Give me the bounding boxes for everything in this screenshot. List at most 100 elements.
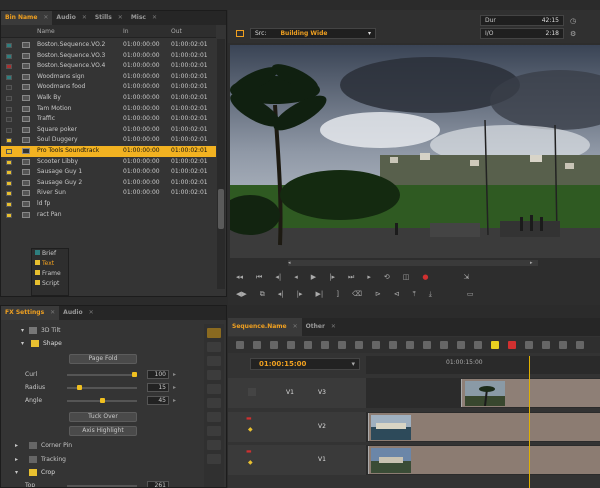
close-icon[interactable]: ✕ bbox=[152, 11, 157, 25]
prev-frame-icon[interactable]: ◂| bbox=[275, 273, 281, 281]
loop-icon[interactable]: ⟲ bbox=[384, 273, 390, 281]
gear-icon[interactable]: ⚙ bbox=[570, 30, 576, 38]
bin-scrollbar[interactable] bbox=[217, 39, 225, 289]
expand-icon[interactable]: ▾ bbox=[21, 325, 24, 336]
source-selector[interactable]: Src: Building Wide ▾ bbox=[250, 28, 376, 39]
bin-row[interactable]: Woodmans food 01:00:00:00 01:00:02:01 bbox=[1, 82, 216, 93]
fullscreen-icon[interactable]: ▭ bbox=[467, 290, 474, 298]
zoom-icon[interactable] bbox=[207, 412, 221, 422]
curl-slider[interactable] bbox=[67, 372, 137, 377]
bin-row[interactable]: ract Pan bbox=[1, 210, 216, 221]
close-icon[interactable]: ✕ bbox=[43, 11, 48, 25]
rewind-icon[interactable]: ◂ bbox=[294, 273, 298, 281]
step-back-icon[interactable]: ◂◂ bbox=[236, 273, 243, 281]
jog-back-icon[interactable]: ◂| bbox=[278, 290, 284, 298]
add-edit-icon[interactable] bbox=[474, 341, 482, 349]
tab-misc[interactable]: Misc ✕ bbox=[127, 11, 161, 25]
popup-item-brief[interactable]: Brief bbox=[32, 249, 68, 259]
effect-header[interactable]: ▾ 3D Tilt bbox=[1, 325, 202, 336]
close-icon[interactable]: ✕ bbox=[82, 11, 87, 25]
slide-icon[interactable] bbox=[321, 341, 329, 349]
popup-item-frame[interactable]: Frame bbox=[32, 269, 68, 279]
tab-audio[interactable]: Audio ✕ bbox=[52, 11, 90, 25]
record-enable-icon[interactable]: ▬ bbox=[246, 415, 252, 422]
position-bar[interactable]: ◂ ▸ bbox=[288, 260, 538, 266]
match-frame-icon[interactable]: ⧉ bbox=[260, 290, 265, 299]
radius-slider[interactable] bbox=[67, 385, 137, 390]
position-icon[interactable] bbox=[207, 398, 221, 408]
slip-icon[interactable] bbox=[304, 341, 312, 349]
bin-row[interactable]: Soul Duggery 01:00:00:00 01:00:02:01 bbox=[1, 135, 216, 146]
corner-pin-group[interactable]: ▸ Corner Pin bbox=[1, 440, 202, 451]
mark-in-icon[interactable] bbox=[440, 341, 448, 349]
tab-stills[interactable]: Stills ✕ bbox=[91, 11, 127, 25]
tab-other[interactable]: Other ✕ bbox=[302, 318, 340, 336]
overwrite-icon[interactable]: ⊲ bbox=[394, 290, 400, 298]
expand-icon[interactable]: ▾ bbox=[21, 338, 24, 349]
bin-row[interactable]: Boston.Sequence.VO.2 01:00:00:00 01:00:02:… bbox=[1, 40, 216, 51]
bin-row[interactable]: Scooter Libby 01:00:00:00 01:00:02:01 bbox=[1, 157, 216, 168]
bin-row[interactable]: Sausage Guy 2 01:00:00:00 01:00:02:01 bbox=[1, 178, 216, 189]
play-in-out-icon[interactable]: ▶| bbox=[316, 290, 324, 298]
bin-row[interactable]: ld fp bbox=[1, 199, 216, 210]
tuck-over-dropdown[interactable]: Tuck Over bbox=[69, 412, 137, 422]
bin-row[interactable]: Traffic 01:00:00:00 01:00:02:01 bbox=[1, 114, 216, 125]
clear-marks-icon[interactable]: ⌫ bbox=[352, 290, 362, 298]
timeline-clip[interactable] bbox=[461, 379, 600, 407]
jog-forward-icon[interactable]: |▸ bbox=[297, 290, 303, 298]
render-icon[interactable] bbox=[525, 341, 533, 349]
sync-lock-icon[interactable]: ◆ bbox=[248, 459, 253, 466]
keyframe-icon[interactable]: ▸ bbox=[173, 395, 176, 406]
export-icon[interactable]: ⇲ bbox=[463, 273, 469, 281]
timeline-timecode[interactable]: 01:00:15:00 ▾ bbox=[250, 358, 360, 370]
rotate-icon[interactable] bbox=[207, 356, 221, 366]
lift-icon[interactable]: ⤒ bbox=[413, 290, 416, 299]
radius-value-field[interactable]: 15 bbox=[147, 383, 169, 392]
viewer-menu-icon[interactable] bbox=[236, 30, 244, 37]
top-icon[interactable] bbox=[406, 341, 414, 349]
keyframe-add-icon[interactable] bbox=[207, 454, 221, 464]
playhead[interactable] bbox=[529, 356, 530, 488]
bin-row[interactable]: Tam Motion 01:00:00:00 01:00:02:01 bbox=[1, 104, 216, 115]
tab-sequence[interactable]: Sequence.Name ✕ bbox=[228, 318, 302, 336]
tracking-group[interactable]: ▸ Tracking bbox=[1, 454, 202, 465]
source-track-label[interactable]: V1 bbox=[280, 389, 300, 396]
sync-lock-icon[interactable]: ◆ bbox=[248, 426, 253, 433]
expand-icon[interactable]: ▸ bbox=[15, 440, 18, 451]
bin-row[interactable]: Sausage Guy 1 01:00:00:00 01:00:02:01 bbox=[1, 167, 216, 178]
slider-knob[interactable] bbox=[76, 385, 82, 390]
lift-icon[interactable] bbox=[270, 341, 278, 349]
audio-icon[interactable] bbox=[576, 341, 584, 349]
keyframe-icon[interactable]: ▸ bbox=[173, 382, 176, 393]
bin-row[interactable]: River Sun 01:00:00:00 01:00:02:01 bbox=[1, 188, 216, 199]
axis-highlight-dropdown[interactable]: Axis Highlight bbox=[69, 426, 137, 436]
top-slider[interactable] bbox=[67, 485, 137, 487]
bin-row[interactable]: Square poker 01:00:00:00 01:00:02:01 bbox=[1, 125, 216, 136]
ripple-icon[interactable] bbox=[253, 341, 261, 349]
shape-group[interactable]: ▾ Shape bbox=[1, 338, 202, 349]
zoom-in-icon[interactable] bbox=[542, 341, 550, 349]
top-value-field[interactable]: 261 bbox=[147, 481, 169, 487]
forward-icon[interactable]: ▸ bbox=[367, 273, 371, 281]
splice-icon[interactable]: ⊳ bbox=[375, 290, 381, 298]
popup-item-script[interactable]: Script bbox=[32, 279, 68, 289]
timeline-ruler[interactable]: 01:00:15:00 bbox=[366, 356, 600, 374]
clock-icon[interactable]: ◷ bbox=[570, 17, 576, 25]
move-icon[interactable] bbox=[207, 342, 221, 352]
record-track-label[interactable]: V3 bbox=[312, 389, 332, 396]
angle-slider[interactable] bbox=[67, 398, 137, 403]
close-icon[interactable]: ✕ bbox=[331, 318, 336, 336]
scale-icon[interactable] bbox=[207, 370, 221, 380]
extract-icon[interactable]: ⤓ bbox=[429, 290, 432, 299]
tab-bin-name[interactable]: Bin Name ✕ bbox=[1, 11, 53, 25]
timeline-clip[interactable] bbox=[368, 413, 600, 441]
record-track-label[interactable]: V2 bbox=[312, 423, 332, 430]
slider-knob[interactable] bbox=[99, 398, 105, 403]
bin-row[interactable]: Boston.Sequence.VO.3 01:00:00:00 01:00:02:… bbox=[1, 51, 216, 62]
play-icon[interactable]: ▶ bbox=[311, 273, 316, 281]
column-out[interactable]: Out bbox=[171, 28, 182, 35]
mark-out-icon[interactable] bbox=[457, 341, 465, 349]
slider-knob[interactable] bbox=[132, 372, 137, 377]
close-icon[interactable]: ✕ bbox=[293, 318, 298, 336]
bin-row[interactable]: Woodmans sign 01:00:00:00 01:00:02:01 bbox=[1, 72, 216, 83]
